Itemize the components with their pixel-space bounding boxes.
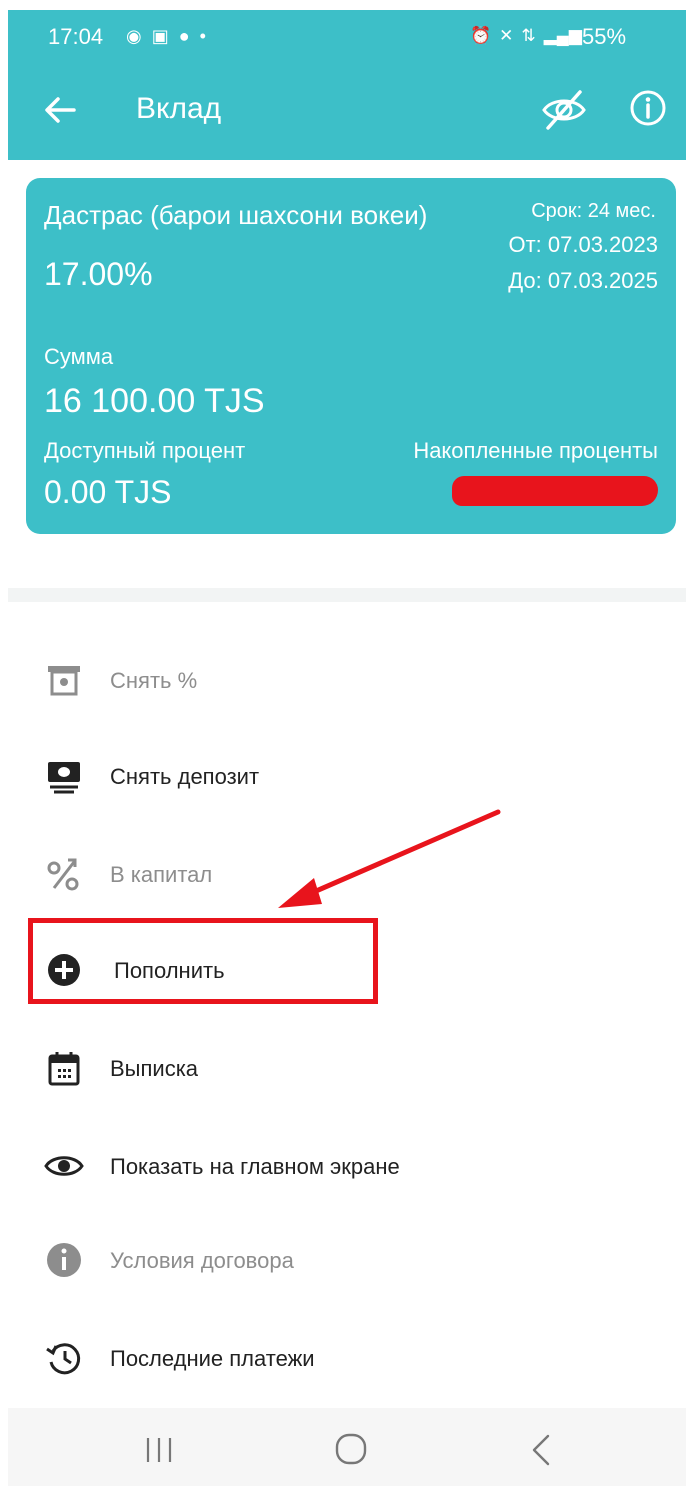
menu-item-recent-payments[interactable]: Последние платежи xyxy=(0,1322,686,1394)
menu-label-statement: Выписка xyxy=(110,1056,199,1081)
menu-item-contract-terms[interactable]: Условия договора xyxy=(0,1224,686,1296)
deposit-end-date: До: 07.03.2025 xyxy=(508,268,658,293)
back-icon[interactable] xyxy=(528,1432,554,1468)
menu-label-show-on-main: Показать на главном экране xyxy=(110,1154,400,1179)
home-icon[interactable] xyxy=(334,1432,368,1466)
gallery-icon: ▣ xyxy=(151,26,169,46)
cash-withdraw-icon xyxy=(48,762,80,794)
calendar-icon xyxy=(48,1052,80,1086)
signal-circle-icon: ◉ xyxy=(126,26,142,46)
highlight-box xyxy=(28,918,378,1004)
deposit-term: Срок: 24 мес. xyxy=(531,200,656,222)
deposit-name: Дастрас (барои шахсони вокеи) xyxy=(44,200,428,230)
available-interest-value: 0.00 TJS xyxy=(44,474,172,510)
menu-label-recent-payments: Последние платежи xyxy=(110,1346,315,1371)
section-divider xyxy=(8,588,686,602)
percent-up-icon xyxy=(47,858,79,891)
cellular-icon: ▂▄▆ xyxy=(543,26,582,45)
menu-item-withdraw-interest[interactable]: Снять % xyxy=(0,644,686,716)
status-right-icons: ⏰ ✕ ⇅ ▂▄▆ xyxy=(470,26,582,46)
info-icon[interactable] xyxy=(628,88,668,128)
page-title: Вклад xyxy=(136,92,222,125)
dot-icon: • xyxy=(199,26,206,46)
mute-icon: ✕ xyxy=(499,26,514,45)
deposit-rate: 17.00% xyxy=(44,256,153,292)
deposit-start-date: От: 07.03.2023 xyxy=(508,232,658,257)
alarm-icon: ⏰ xyxy=(470,26,492,45)
atm-withdraw-icon xyxy=(48,666,80,696)
eye-off-icon[interactable] xyxy=(540,86,588,134)
arrow-left-icon[interactable] xyxy=(40,90,80,130)
eye-icon xyxy=(44,1156,84,1176)
menu-label-withdraw-interest: Снять % xyxy=(110,668,198,693)
history-icon xyxy=(46,1343,81,1375)
accumulated-interest-label: Накопленные проценты xyxy=(413,438,658,463)
menu-label-to-capital: В капитал xyxy=(110,862,213,887)
chat-icon: ● xyxy=(178,26,190,46)
menu-label-withdraw-deposit: Снять депозит xyxy=(110,764,260,789)
info-filled-icon xyxy=(47,1243,81,1277)
status-time: 17:04 xyxy=(48,24,104,49)
data-icon: ⇅ xyxy=(521,26,536,45)
redacted-accumulated-value xyxy=(452,476,658,506)
menu-label-contract-terms: Условия договора xyxy=(110,1248,294,1273)
status-battery: 55% xyxy=(582,24,627,49)
menu-item-statement[interactable]: Выписка xyxy=(0,1032,686,1104)
menu-item-show-on-main[interactable]: Показать на главном экране xyxy=(0,1130,686,1202)
sum-label: Сумма xyxy=(44,344,114,369)
status-left-icons: ◉ ▣ ● • xyxy=(126,26,206,47)
annotation-arrow xyxy=(278,809,501,908)
recents-icon[interactable] xyxy=(142,1436,176,1464)
sum-value: 16 100.00 TJS xyxy=(44,382,265,420)
available-interest-label: Доступный процент xyxy=(44,438,246,463)
